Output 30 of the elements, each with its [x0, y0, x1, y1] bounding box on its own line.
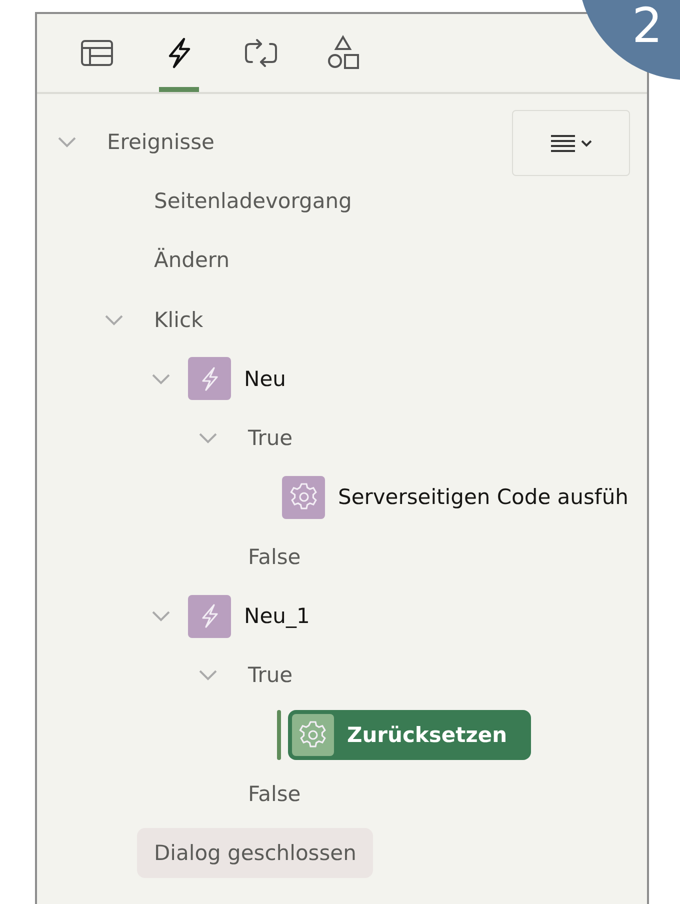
- tree-item-label[interactable]: False: [248, 782, 301, 806]
- shapes-icon: [325, 34, 361, 70]
- tree-item-label[interactable]: Serverseitigen Code ausfüh: [338, 485, 628, 510]
- tree-item-label: Dialog geschlossen: [154, 841, 356, 866]
- lightning-icon: [188, 357, 231, 400]
- tree-item-label[interactable]: Seitenladevorgang: [154, 188, 352, 213]
- chevron-down-icon[interactable]: [151, 372, 171, 385]
- step-number: 2: [632, 2, 663, 50]
- chevron-down-icon[interactable]: [198, 669, 218, 682]
- layout-icon: [80, 38, 114, 68]
- tree-item-label: Zurücksetzen: [347, 722, 508, 747]
- tree-item[interactable]: Zurücksetzen: [288, 710, 532, 760]
- tree-item-label[interactable]: Ändern: [154, 248, 230, 272]
- chevron-down-icon[interactable]: [151, 610, 171, 622]
- tree-item-label[interactable]: Neu: [244, 366, 286, 391]
- tree-item-label[interactable]: Neu_1: [244, 604, 310, 628]
- tree-item-label[interactable]: Klick: [154, 308, 204, 332]
- chevron-down-icon[interactable]: [198, 432, 218, 444]
- tree-item[interactable]: Dialog geschlossen: [137, 828, 374, 878]
- chevron-down-icon[interactable]: [104, 314, 124, 326]
- tree-item-label[interactable]: False: [248, 544, 301, 569]
- list-icon: [549, 132, 593, 154]
- lightning-icon: [188, 594, 231, 638]
- tree-item-label[interactable]: True: [248, 663, 293, 688]
- tree-item-label[interactable]: Ereignisse: [107, 130, 214, 154]
- view-menu-button[interactable]: [512, 110, 630, 176]
- tree-item-label[interactable]: True: [248, 426, 293, 450]
- gear-icon: [292, 714, 334, 756]
- gear-icon: [282, 476, 325, 519]
- chevron-down-icon[interactable]: [57, 136, 77, 148]
